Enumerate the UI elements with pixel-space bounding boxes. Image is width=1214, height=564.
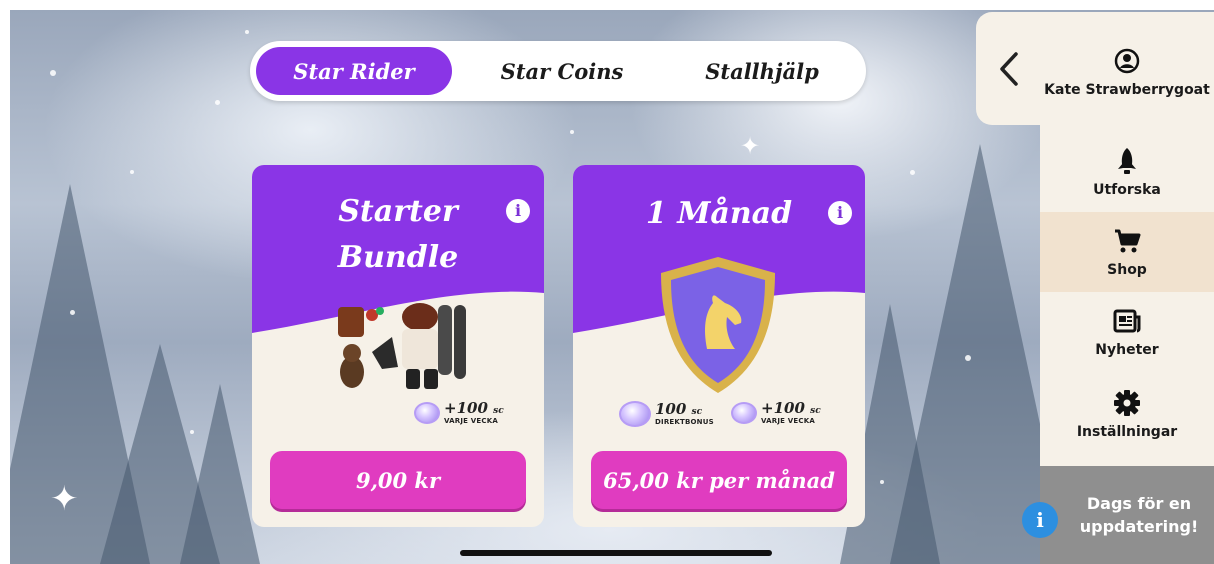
star-coin-stack-icon xyxy=(619,401,651,427)
coin-unit: sc xyxy=(810,406,821,416)
weekly-coin-bonus: +100 sc VARJE VECKA xyxy=(414,401,504,425)
sidebar-item-shop[interactable]: Shop xyxy=(1040,212,1214,292)
home-indicator xyxy=(460,550,772,556)
sparkle-icon: ✦ xyxy=(740,132,761,160)
snowflake xyxy=(910,170,915,175)
shop-tab-bar: Star Rider Star Coins Stallhjälp xyxy=(250,41,866,101)
coin-unit: sc xyxy=(691,407,703,417)
coin-amount: 100 xyxy=(655,400,687,418)
starter-bundle-card[interactable]: Starter Bundle i +100 sc VARJE VECKA 9,0… xyxy=(252,165,544,527)
star-coin-icon xyxy=(414,402,440,424)
sidebar-item-installningar[interactable]: Inställningar xyxy=(1040,374,1214,454)
coin-bonus-label: DIREKTBONUS xyxy=(655,418,714,426)
one-month-card[interactable]: 1 Månad i 100 sc DIREKTBONUS +100 sc VAR… xyxy=(573,165,865,527)
buy-one-month-button[interactable]: 65,00 kr per månad xyxy=(591,451,847,509)
chevron-left-icon xyxy=(1000,51,1018,86)
sidebar-item-label: Utforska xyxy=(1093,182,1161,198)
snowflake xyxy=(570,130,574,134)
bundle-items-image xyxy=(338,303,466,389)
update-banner[interactable]: Dags för en uppdatering! xyxy=(1040,466,1214,564)
sidebar-item-utforska[interactable]: Utforska xyxy=(1040,132,1214,212)
user-circle-icon xyxy=(1112,46,1142,76)
sidebar-item-label: Kate Strawberrygoat xyxy=(1044,82,1210,98)
horse-shield-icon xyxy=(661,257,775,393)
coin-amount: +100 xyxy=(761,399,805,417)
coin-bonus-label: VARJE VECKA xyxy=(761,417,815,425)
info-icon[interactable]: i xyxy=(506,199,530,223)
sidebar-item-nyheter[interactable]: Nyheter xyxy=(1040,292,1214,372)
direct-coin-bonus: 100 sc DIREKTBONUS xyxy=(619,401,714,427)
snowflake xyxy=(880,480,884,484)
sidebar-item-label: Nyheter xyxy=(1095,342,1159,358)
sidebar-item-profile[interactable]: Kate Strawberrygoat xyxy=(1040,32,1214,112)
update-banner-text: Dags för en uppdatering! xyxy=(1074,492,1204,538)
sparkle-icon: ✦ xyxy=(50,479,79,519)
update-text-line1: Dags för en xyxy=(1086,494,1192,513)
tab-stallhjalp[interactable]: Stallhjälp xyxy=(664,47,860,95)
snowflake xyxy=(245,30,249,34)
snowflake xyxy=(190,430,194,434)
coin-amount: +100 xyxy=(444,399,488,417)
snowflake xyxy=(70,310,75,315)
snowflake xyxy=(50,70,56,76)
weekly-coin-bonus: +100 sc VARJE VECKA xyxy=(731,401,821,425)
tab-star-rider[interactable]: Star Rider xyxy=(256,47,452,95)
info-icon[interactable]: i xyxy=(1022,502,1058,538)
snowflake xyxy=(130,170,134,174)
card-title-line2: Bundle xyxy=(337,240,459,275)
star-coin-icon xyxy=(731,402,757,424)
newspaper-icon xyxy=(1112,306,1142,336)
tab-star-coins[interactable]: Star Coins xyxy=(464,47,660,95)
coin-bonus-label: VARJE VECKA xyxy=(444,417,498,425)
sidebar-item-label: Inställningar xyxy=(1076,424,1178,440)
snowflake xyxy=(215,100,220,105)
tree-decoration xyxy=(180,384,260,564)
coin-unit: sc xyxy=(493,406,504,416)
cart-icon xyxy=(1112,226,1142,256)
sidebar-item-label: Shop xyxy=(1107,262,1147,278)
info-icon[interactable]: i xyxy=(828,201,852,225)
card-title-line1: Starter xyxy=(338,194,458,229)
buy-starter-bundle-button[interactable]: 9,00 kr xyxy=(270,451,526,509)
rocket-icon xyxy=(1112,146,1142,176)
update-text-line2: uppdatering! xyxy=(1079,517,1199,536)
gear-icon xyxy=(1112,388,1142,418)
card-title: 1 Månad xyxy=(645,196,793,231)
snowflake xyxy=(965,355,971,361)
